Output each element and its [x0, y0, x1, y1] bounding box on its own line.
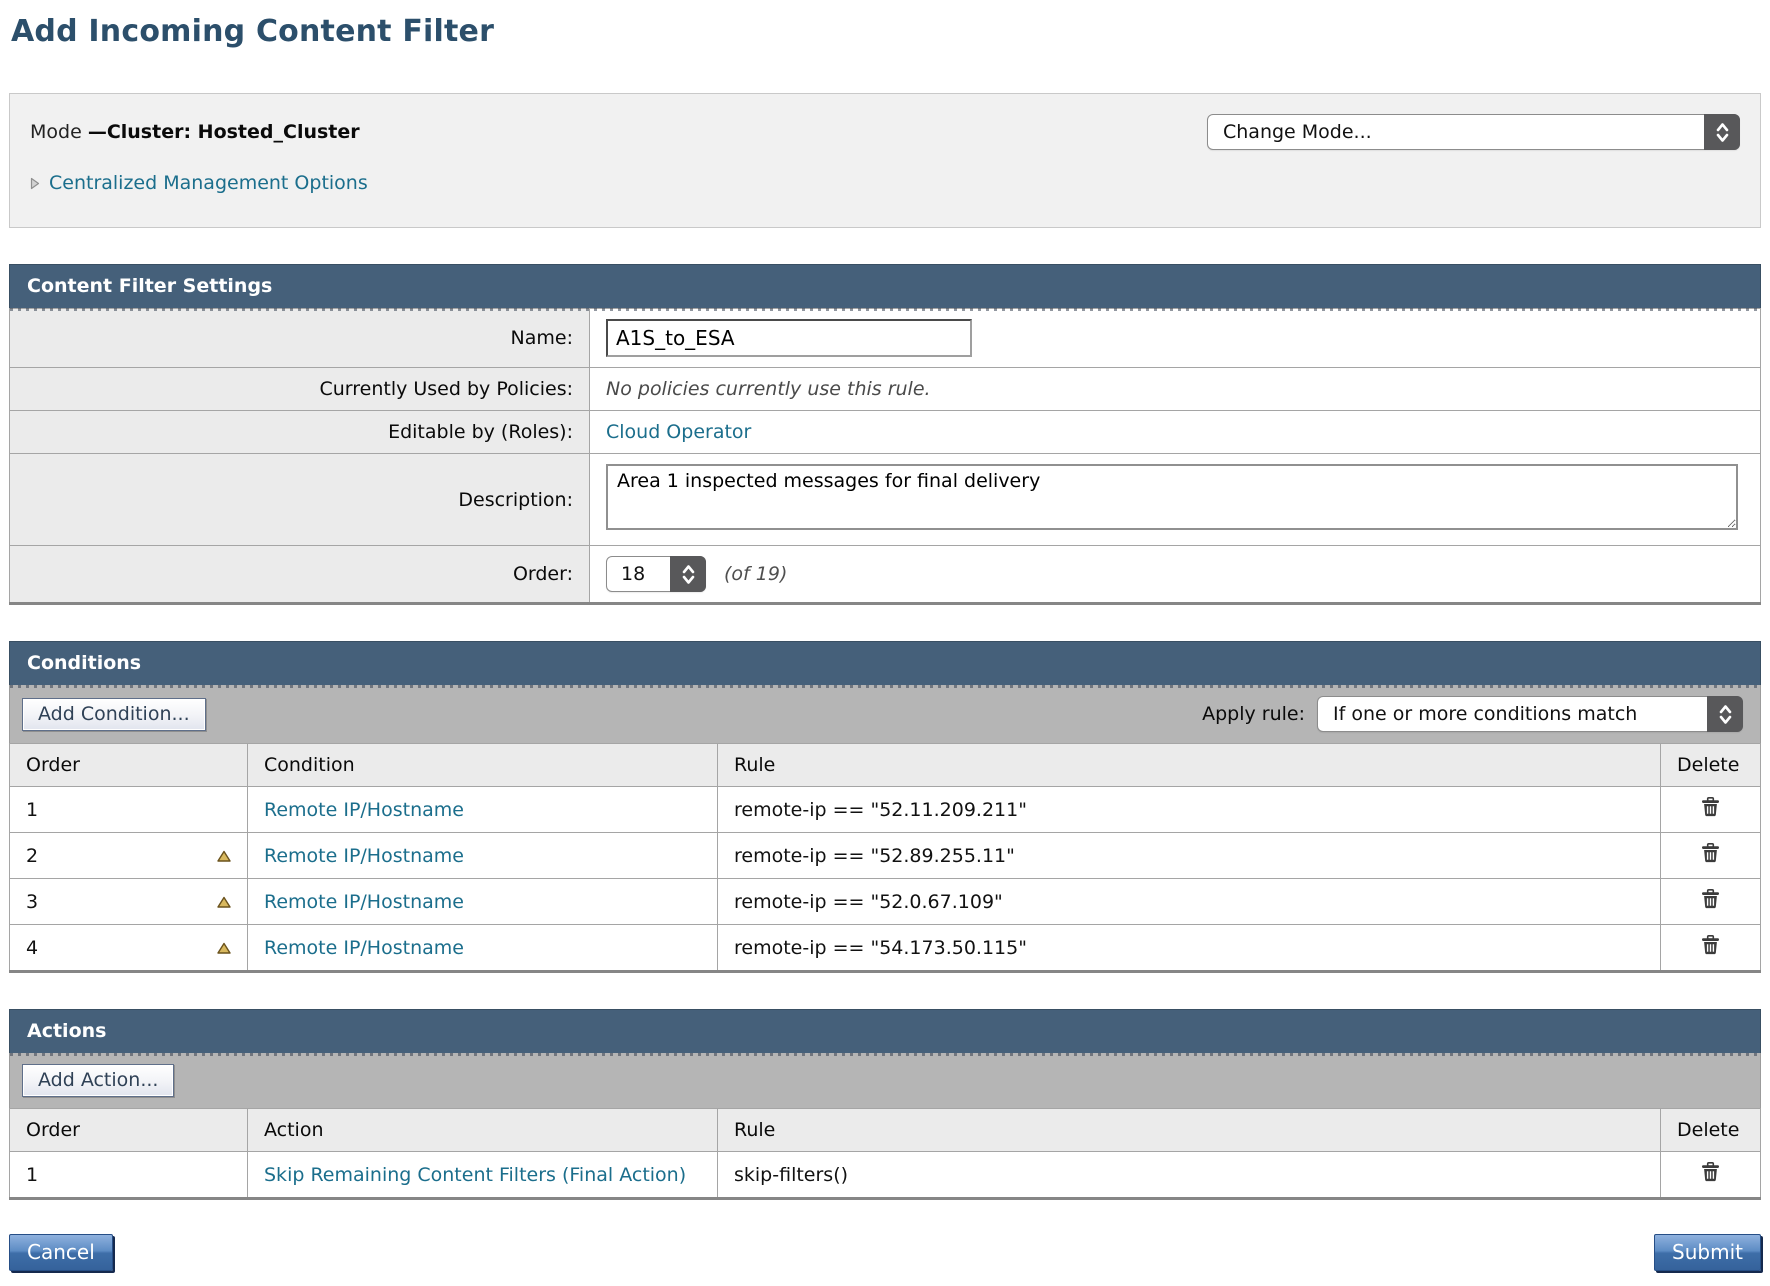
- trash-icon[interactable]: [1701, 935, 1720, 955]
- condition-order: 2: [26, 845, 38, 867]
- conditions-table: Order Condition Rule Delete 1 Remote IP/…: [9, 743, 1761, 973]
- actions-toolbar: Add Action...: [9, 1053, 1761, 1108]
- action-link[interactable]: Skip Remaining Content Filters (Final Ac…: [264, 1164, 686, 1186]
- apply-rule-select-value: If one or more conditions match: [1333, 703, 1637, 725]
- content-filter-settings-header: Content Filter Settings: [9, 264, 1761, 308]
- column-order: Order: [10, 744, 248, 787]
- centralized-management-options-link[interactable]: Centralized Management Options: [49, 172, 368, 194]
- condition-link[interactable]: Remote IP/Hostname: [264, 845, 464, 867]
- cloud-operator-link[interactable]: Cloud Operator: [606, 421, 751, 443]
- name-field[interactable]: [606, 319, 972, 357]
- table-header-row: Order Condition Rule Delete: [10, 744, 1761, 787]
- add-condition-button[interactable]: Add Condition...: [22, 698, 206, 731]
- trash-icon[interactable]: [1701, 797, 1720, 817]
- order-total: (of 19): [724, 563, 787, 585]
- apply-rule-select[interactable]: If one or more conditions match: [1317, 696, 1743, 732]
- column-delete: Delete: [1661, 1109, 1761, 1152]
- cancel-button[interactable]: Cancel: [9, 1234, 113, 1271]
- mode-text: Mode —Cluster: Hosted_Cluster: [30, 121, 360, 143]
- condition-rule: remote-ip == "52.0.67.109": [718, 879, 1661, 925]
- order-label: Order:: [10, 546, 590, 604]
- mode-value: —Cluster: Hosted_Cluster: [88, 121, 360, 143]
- select-stepper-icon: [1704, 114, 1740, 150]
- apply-rule-label: Apply rule:: [1202, 703, 1305, 725]
- description-label: Description:: [10, 454, 590, 546]
- actions-table: Order Action Rule Delete 1 Skip Remainin…: [9, 1108, 1761, 1200]
- condition-link[interactable]: Remote IP/Hostname: [264, 937, 464, 959]
- mode-panel: Mode —Cluster: Hosted_Cluster Change Mod…: [9, 93, 1761, 228]
- condition-rule: remote-ip == "52.11.209.211": [718, 787, 1661, 833]
- page-title: Add Incoming Content Filter: [11, 14, 1761, 49]
- disclosure-triangle-icon[interactable]: [30, 177, 40, 190]
- condition-rule: remote-ip == "52.89.255.11": [718, 833, 1661, 879]
- actions-header: Actions: [9, 1009, 1761, 1053]
- order-select-value: 18: [621, 563, 645, 585]
- trash-icon[interactable]: [1701, 843, 1720, 863]
- move-up-icon[interactable]: [217, 942, 231, 954]
- footer-actions: Cancel Submit: [9, 1234, 1761, 1271]
- table-row: 1 Remote IP/Hostname remote-ip == "52.11…: [10, 787, 1761, 833]
- actions-section: Actions Add Action... Order Action Rule …: [9, 1009, 1761, 1200]
- table-row: Order: 18 (of 19): [10, 546, 1761, 604]
- add-incoming-content-filter-page: Add Incoming Content Filter Mode —Cluste…: [0, 0, 1770, 1271]
- column-condition: Condition: [248, 744, 718, 787]
- table-row: Currently Used by Policies: No policies …: [10, 368, 1761, 411]
- column-delete: Delete: [1661, 744, 1761, 787]
- mode-label: Mode: [30, 121, 82, 143]
- trash-icon[interactable]: [1701, 889, 1720, 909]
- condition-order: 3: [26, 891, 38, 913]
- change-mode-select-value: Change Mode...: [1223, 121, 1372, 143]
- condition-link[interactable]: Remote IP/Hostname: [264, 799, 464, 821]
- select-stepper-icon: [1707, 696, 1743, 732]
- action-order: 1: [26, 1164, 38, 1186]
- table-row: 2 Remote IP/Hostname remote-ip == "52.89…: [10, 833, 1761, 879]
- roles-label: Editable by (Roles):: [10, 411, 590, 454]
- submit-button[interactable]: Submit: [1654, 1234, 1761, 1271]
- table-row: 4 Remote IP/Hostname remote-ip == "54.17…: [10, 925, 1761, 972]
- policies-value: No policies currently use this rule.: [606, 378, 931, 400]
- table-row: 1 Skip Remaining Content Filters (Final …: [10, 1152, 1761, 1199]
- content-filter-settings-table: Name: Currently Used by Policies: No pol…: [9, 308, 1761, 605]
- condition-rule: remote-ip == "54.173.50.115": [718, 925, 1661, 972]
- condition-order: 1: [26, 799, 38, 821]
- condition-order: 4: [26, 937, 38, 959]
- action-rule: skip-filters(): [718, 1152, 1661, 1199]
- select-stepper-icon: [670, 556, 706, 592]
- table-header-row: Order Action Rule Delete: [10, 1109, 1761, 1152]
- table-row: Description: Area 1 inspected messages f…: [10, 454, 1761, 546]
- change-mode-select[interactable]: Change Mode...: [1207, 114, 1740, 150]
- column-rule: Rule: [718, 1109, 1661, 1152]
- conditions-section: Conditions Add Condition... Apply rule: …: [9, 641, 1761, 973]
- column-action: Action: [248, 1109, 718, 1152]
- table-row: 3 Remote IP/Hostname remote-ip == "52.0.…: [10, 879, 1761, 925]
- order-select[interactable]: 18: [606, 556, 706, 592]
- condition-link[interactable]: Remote IP/Hostname: [264, 891, 464, 913]
- move-up-icon[interactable]: [217, 896, 231, 908]
- conditions-header: Conditions: [9, 641, 1761, 685]
- conditions-toolbar: Add Condition... Apply rule: If one or m…: [9, 685, 1761, 743]
- content-filter-settings-section: Content Filter Settings Name: Currently …: [9, 264, 1761, 605]
- table-row: Editable by (Roles): Cloud Operator: [10, 411, 1761, 454]
- trash-icon[interactable]: [1701, 1162, 1720, 1182]
- column-rule: Rule: [718, 744, 1661, 787]
- policies-label: Currently Used by Policies:: [10, 368, 590, 411]
- table-row: Name:: [10, 309, 1761, 368]
- description-field[interactable]: Area 1 inspected messages for final deli…: [606, 464, 1738, 530]
- move-up-icon[interactable]: [217, 850, 231, 862]
- name-label: Name:: [10, 309, 590, 368]
- add-action-button[interactable]: Add Action...: [22, 1064, 174, 1097]
- column-order: Order: [10, 1109, 248, 1152]
